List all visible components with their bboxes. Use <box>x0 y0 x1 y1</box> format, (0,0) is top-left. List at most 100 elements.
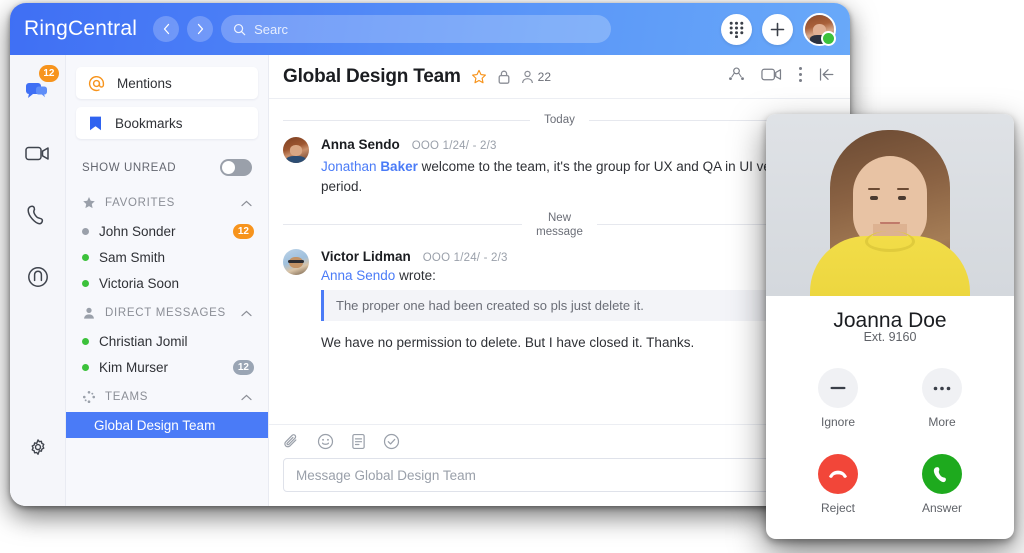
quote-verb: wrote: <box>395 268 436 284</box>
presence-dot <box>82 253 89 261</box>
divider-line <box>283 224 523 226</box>
conversation-pane: Global Design Team 22 Today Anna Sendo O… <box>269 55 850 506</box>
emoji-button[interactable] <box>317 433 334 450</box>
lock-icon <box>497 69 511 85</box>
task-check-icon <box>383 433 400 450</box>
hang-up-icon <box>829 470 847 479</box>
chevron-right-icon <box>197 23 203 35</box>
presence-dot <box>82 363 89 371</box>
rail-item-message[interactable]: 12 <box>18 65 59 113</box>
note-icon <box>352 433 365 450</box>
caller-extension: Ext. 9160 <box>863 330 917 345</box>
collapse-panel-button[interactable] <box>819 67 836 87</box>
message-meta: Victor Lidman OOO 1/24/ - 2/3 <box>321 249 836 264</box>
screenshot-stage: RingCentral Searc 12 Mentions Bookmarks … <box>0 0 1024 553</box>
list-item[interactable]: Christian Jomil <box>66 328 268 354</box>
rail-item-contacts[interactable] <box>18 255 58 299</box>
settings-button[interactable] <box>27 437 49 464</box>
answer-call-button[interactable]: Answer <box>913 454 971 516</box>
more-label: More <box>928 415 956 430</box>
sidebar-item-global-design-team[interactable]: Global Design Team <box>66 412 268 438</box>
gear-icon <box>31 439 44 455</box>
teams-icon <box>82 390 96 404</box>
video-call-button[interactable] <box>761 67 782 87</box>
message-text: Jonathan Baker welcome to the team, it's… <box>321 157 836 196</box>
back-button[interactable] <box>153 16 180 42</box>
section-header-teams[interactable]: TEAMS <box>66 380 268 412</box>
quote-author[interactable]: Anna Sendo <box>321 268 395 283</box>
unread-count: 12 <box>232 223 254 239</box>
caller-collar <box>865 231 915 252</box>
new-message-divider: New message <box>283 211 837 240</box>
ignore-circle <box>818 368 858 409</box>
section-header-direct-messages[interactable]: DIRECT MESSAGES <box>66 296 268 328</box>
list-item[interactable]: Sam Smith <box>66 244 268 270</box>
create-task-button[interactable] <box>383 433 400 450</box>
compose-area: Message Global Design Team <box>269 424 850 506</box>
reject-circle <box>818 454 858 495</box>
show-unread-label: SHOW UNREAD <box>82 161 177 174</box>
search-input[interactable]: Searc <box>221 15 612 43</box>
mention-first: Jonathan <box>321 159 381 175</box>
caller-brow-right <box>897 188 909 190</box>
member-count[interactable]: 22 <box>521 70 551 84</box>
phone-handset-icon <box>26 205 43 225</box>
show-unread-toggle[interactable] <box>220 159 252 176</box>
unread-count: 12 <box>232 359 254 375</box>
video-camera-icon <box>761 68 782 80</box>
attach-file-button[interactable] <box>283 433 300 450</box>
caller-name: Joanna Doe <box>833 309 947 332</box>
section-title: DIRECT MESSAGES <box>105 307 226 319</box>
more-call-options-button[interactable]: More <box>913 368 971 430</box>
rail-item-video[interactable] <box>18 131 58 175</box>
star-icon <box>83 197 95 209</box>
caller-eye-left <box>870 196 878 200</box>
mention-link[interactable]: Jonathan Baker <box>321 159 418 174</box>
favorite-button[interactable] <box>471 69 487 85</box>
forward-button[interactable] <box>187 16 214 42</box>
dialpad-button[interactable] <box>721 13 752 45</box>
message-author: Victor Lidman <box>321 249 411 265</box>
create-note-button[interactable] <box>351 433 366 450</box>
list-item[interactable]: Victoria Soon <box>66 270 268 296</box>
sidebar-item-bookmarks[interactable]: Bookmarks <box>76 107 258 139</box>
caller-brow-left <box>868 188 880 190</box>
more-button[interactable] <box>798 66 803 88</box>
sidebar-item-mentions[interactable]: Mentions <box>76 67 258 99</box>
message-input-placeholder: Message Global Design Team <box>296 467 476 483</box>
message-text: We have no permission to delete. But I h… <box>321 335 695 351</box>
chevron-up-icon <box>241 304 252 322</box>
user-avatar[interactable] <box>803 12 836 46</box>
at-sign-icon <box>88 75 105 91</box>
avatar <box>283 137 309 164</box>
rail-item-phone[interactable] <box>18 193 58 237</box>
answer-label: Answer <box>921 501 962 516</box>
chevron-up-icon <box>241 194 252 212</box>
presence-indicator <box>821 30 836 46</box>
message-badge: 12 <box>39 65 59 82</box>
section-title: TEAMS <box>105 391 149 403</box>
more-vertical-icon <box>799 66 802 82</box>
reject-call-button[interactable]: Reject <box>809 454 867 516</box>
top-bar: RingCentral Searc <box>10 3 850 55</box>
call-secondary-actions: Ignore More <box>766 368 1014 430</box>
presence-dot <box>82 227 89 235</box>
message-input[interactable]: Message Global Design Team <box>283 458 836 492</box>
add-button[interactable] <box>762 13 793 45</box>
share-button[interactable] <box>728 66 745 87</box>
phone-handset-icon <box>933 466 946 482</box>
message-bubbles-icon <box>25 83 47 98</box>
ignore-call-button[interactable]: Ignore <box>809 368 867 430</box>
app-brand: RingCentral <box>24 17 138 40</box>
section-header-favorites[interactable]: FAVORITES <box>66 186 268 218</box>
video-camera-icon <box>25 146 49 160</box>
message-body: Anna Sendo OOO 1/24/ - 2/3 Jonathan Bake… <box>321 137 836 196</box>
app-body: 12 Mentions Bookmarks SHOW UNREAD FAVORI… <box>10 55 850 506</box>
top-bar-actions <box>721 12 836 46</box>
list-item[interactable]: Kim Murser 12 <box>66 354 268 380</box>
contacts-icon <box>27 267 48 287</box>
list-item[interactable]: John Sonder 12 <box>66 218 268 244</box>
call-primary-actions: Reject Answer <box>766 454 1014 516</box>
dialpad-icon <box>729 21 744 38</box>
page-title: Global Design Team <box>283 65 461 87</box>
